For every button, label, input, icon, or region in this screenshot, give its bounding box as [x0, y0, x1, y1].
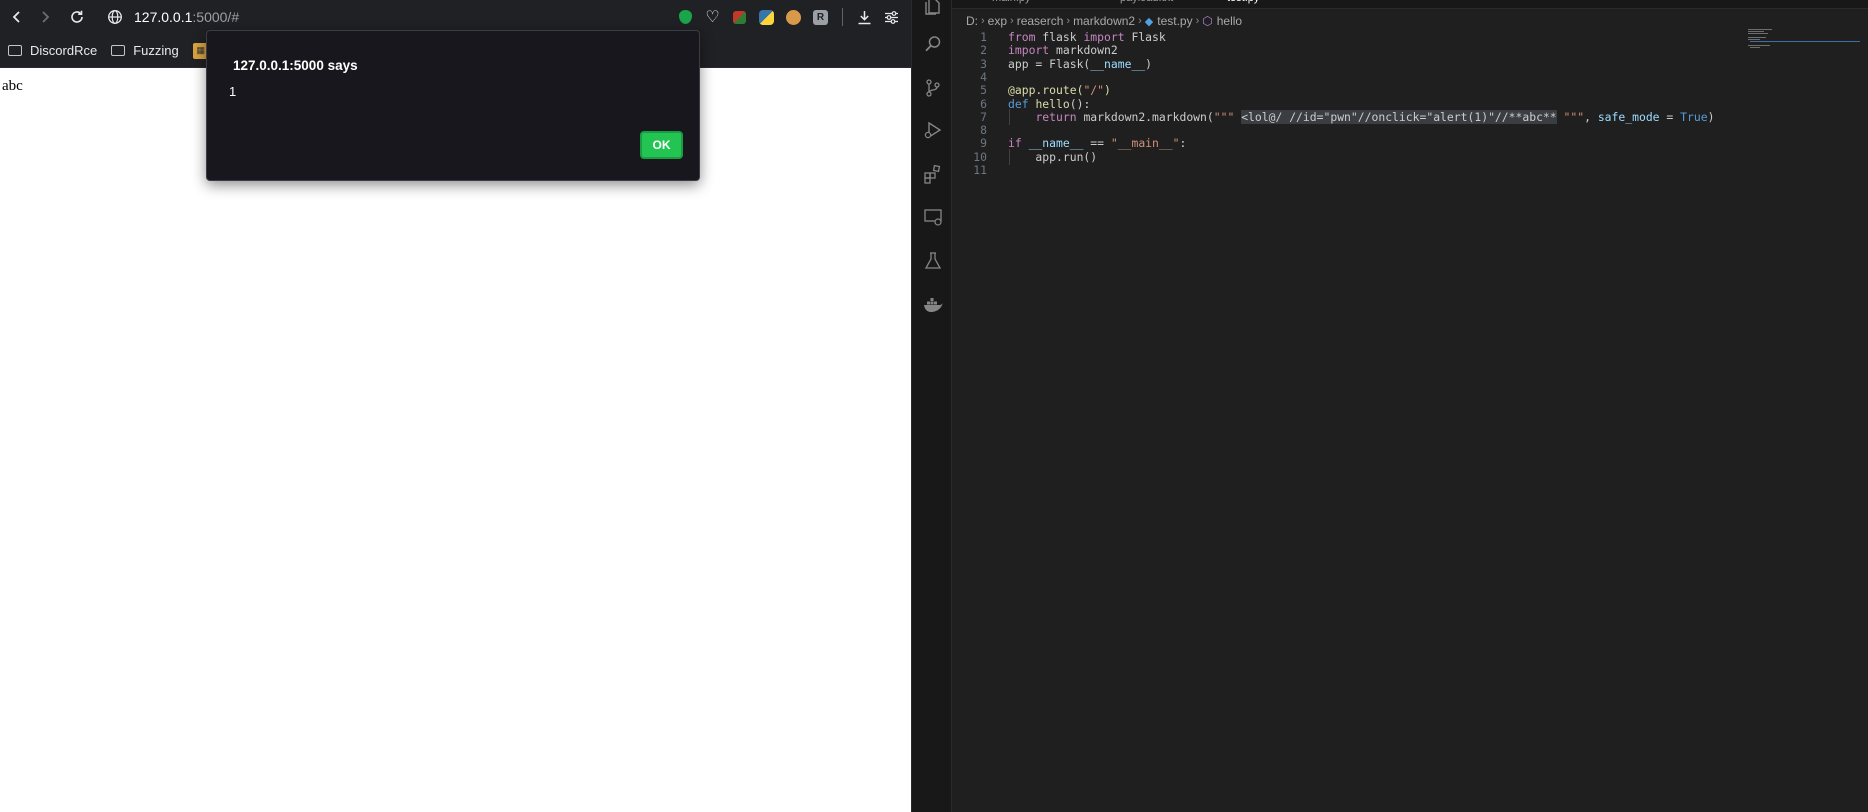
alert-ok-button[interactable]: OK [640, 131, 683, 159]
tab-main-py[interactable]: main.py [992, 0, 1031, 8]
chevron-right-icon: › [1195, 15, 1200, 27]
toolbar-separator [842, 8, 843, 26]
code-line[interactable]: 11 [952, 162, 1852, 178]
page-content-text: abc [2, 78, 23, 94]
bookmark-label: Fuzzing [133, 43, 179, 58]
minimap[interactable] [1748, 28, 1863, 58]
chevron-right-icon: › [1066, 15, 1071, 27]
browser-window: 127.0.0.1:5000/# ♡ R DiscordRce Fuzzing [0, 0, 911, 812]
customize-icon[interactable] [878, 0, 905, 34]
heart-icon[interactable]: ♡ [699, 0, 726, 34]
line-number: 11 [973, 163, 987, 177]
forward-button[interactable] [28, 0, 62, 34]
activity-bar [911, 0, 952, 812]
chevron-right-icon: › [1010, 15, 1014, 27]
download-icon[interactable] [851, 0, 878, 34]
cube-icon[interactable] [726, 0, 753, 34]
alert-dialog: 127.0.0.1:5000 says 1 OK [206, 30, 700, 181]
reload-icon [71, 10, 83, 23]
bookmark-label: DiscordRce [30, 43, 98, 58]
run-debug-icon[interactable] [912, 110, 953, 150]
arrow-left-icon [12, 11, 20, 23]
source-control-icon[interactable] [912, 68, 953, 108]
python-file-icon: ◆ [1144, 15, 1154, 28]
cookie-icon[interactable] [780, 0, 807, 34]
address-bar[interactable]: 127.0.0.1:5000/# [134, 9, 239, 25]
reload-button[interactable] [60, 0, 94, 34]
globe-icon [108, 10, 122, 24]
breadcrumb-drive[interactable]: D: [966, 14, 978, 28]
code-editor[interactable]: 1 from flask import Flask 2 import markdown… [952, 28, 1868, 812]
url-host: 127.0.0.1 [134, 9, 193, 25]
breadcrumb-folder-markdown2[interactable]: markdown2 [1073, 14, 1135, 28]
remote-explorer-icon[interactable] [912, 197, 953, 237]
extensions-icon[interactable] [912, 154, 953, 194]
browser-toolbar: 127.0.0.1:5000/# ♡ R [0, 0, 911, 34]
vscode-window: main.py payload.txt test.py D: › exp › r… [911, 0, 1868, 812]
breadcrumb-symbol[interactable]: hello [1217, 14, 1242, 28]
site-info-button[interactable] [100, 0, 130, 34]
breadcrumb-folder-reaserch[interactable]: reaserch [1017, 14, 1064, 28]
alert-title: 127.0.0.1:5000 says [233, 58, 358, 73]
alert-message: 1 [229, 84, 237, 99]
chevron-right-icon: › [981, 15, 985, 27]
breadcrumb-folder-exp[interactable]: exp [988, 14, 1007, 28]
tab-test-py[interactable]: test.py [1227, 0, 1259, 8]
extension-r-icon[interactable]: R [807, 0, 834, 34]
python-icon[interactable] [753, 0, 780, 34]
shield-check-icon[interactable] [672, 0, 699, 34]
url-path: :5000/# [192, 9, 240, 25]
symbol-method-icon: ⬡ [1202, 14, 1213, 28]
bookmark-folder-discordrce[interactable]: DiscordRce [8, 43, 97, 58]
editor-tabs: main.py payload.txt test.py [952, 0, 1868, 9]
explorer-icon[interactable] [912, 0, 953, 26]
folder-icon [111, 45, 126, 56]
tab-payload-txt[interactable]: payload.txt [1120, 0, 1173, 8]
arrow-right-icon [42, 11, 50, 23]
search-icon[interactable] [912, 24, 953, 64]
chevron-right-icon: › [1138, 15, 1142, 27]
extensions-area: ♡ R [672, 0, 911, 34]
breadcrumb-file[interactable]: test.py [1157, 14, 1192, 28]
testing-icon[interactable] [912, 241, 953, 281]
bookmark-folder-fuzzing[interactable]: Fuzzing [111, 43, 179, 58]
docker-icon[interactable] [912, 285, 953, 325]
folder-icon [8, 45, 22, 56]
